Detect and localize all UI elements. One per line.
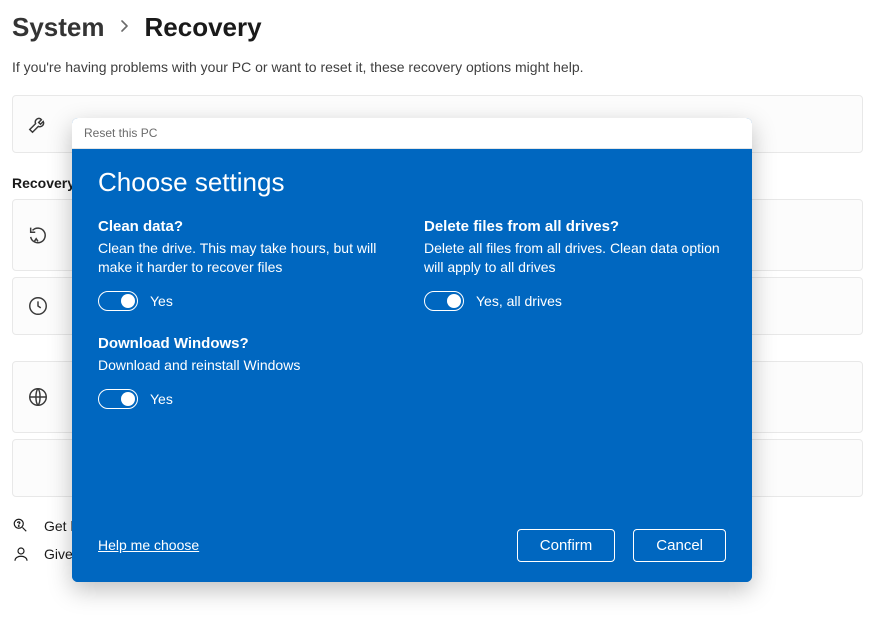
confirm-button[interactable]: Confirm bbox=[517, 529, 616, 562]
history-icon bbox=[27, 295, 49, 317]
setting-title: Clean data? bbox=[98, 218, 400, 235]
toggle-label: Yes bbox=[150, 293, 173, 309]
feedback-icon bbox=[12, 545, 30, 563]
setting-download-windows: Download Windows? Download and reinstall… bbox=[98, 335, 400, 409]
help-icon bbox=[12, 517, 30, 535]
wrench-icon bbox=[27, 113, 49, 135]
delete-all-drives-toggle[interactable] bbox=[424, 291, 464, 311]
dialog-heading: Choose settings bbox=[98, 167, 726, 198]
reset-pc-dialog: Reset this PC Choose settings Clean data… bbox=[72, 118, 752, 582]
page-subtitle: If you're having problems with your PC o… bbox=[0, 51, 875, 95]
help-me-choose-link[interactable]: Help me choose bbox=[98, 537, 199, 553]
setting-desc: Delete all files from all drives. Clean … bbox=[424, 239, 726, 277]
setting-delete-all-drives: Delete files from all drives? Delete all… bbox=[424, 218, 726, 311]
breadcrumb-parent[interactable]: System bbox=[12, 12, 105, 43]
setting-title: Download Windows? bbox=[98, 335, 400, 352]
setting-clean-data: Clean data? Clean the drive. This may ta… bbox=[98, 218, 400, 311]
download-windows-toggle[interactable] bbox=[98, 389, 138, 409]
chevron-right-icon bbox=[119, 19, 131, 37]
toggle-label: Yes, all drives bbox=[476, 293, 562, 309]
reset-icon bbox=[27, 224, 49, 246]
cancel-button[interactable]: Cancel bbox=[633, 529, 726, 562]
breadcrumb-current: Recovery bbox=[145, 12, 262, 43]
toggle-label: Yes bbox=[150, 391, 173, 407]
setting-title: Delete files from all drives? bbox=[424, 218, 726, 235]
dialog-titlebar: Reset this PC bbox=[72, 118, 752, 149]
setting-desc: Clean the drive. This may take hours, bu… bbox=[98, 239, 400, 277]
breadcrumb: System Recovery bbox=[0, 0, 875, 51]
setting-desc: Download and reinstall Windows bbox=[98, 356, 400, 375]
globe-icon bbox=[27, 386, 49, 408]
clean-data-toggle[interactable] bbox=[98, 291, 138, 311]
